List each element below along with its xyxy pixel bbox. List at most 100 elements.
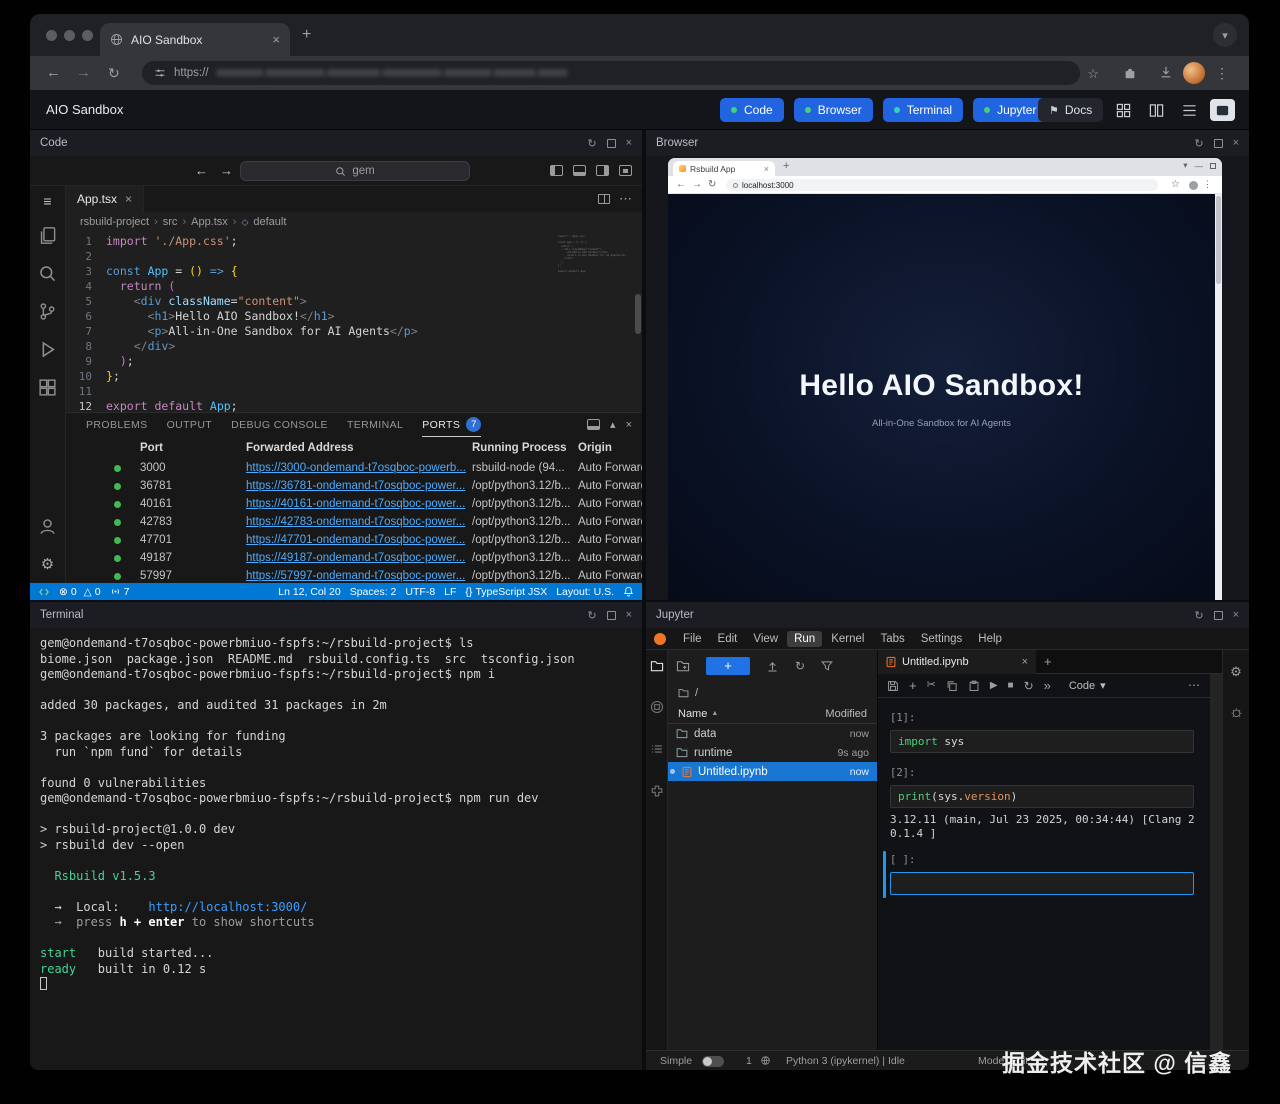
site-info-icon[interactable] — [154, 67, 166, 79]
close-icon[interactable]: × — [1022, 656, 1028, 668]
stop-kernel-icon[interactable]: ■ — [1008, 681, 1014, 691]
layout-rows-button[interactable] — [1177, 99, 1202, 121]
cell-input[interactable] — [890, 872, 1194, 895]
run-debug-icon[interactable] — [30, 330, 65, 368]
panel-tab-terminal[interactable]: TERMINAL — [347, 413, 403, 437]
language-mode[interactable]: {} TypeScript JSX — [465, 586, 547, 598]
panel-refresh-icon[interactable]: ↻ — [1194, 137, 1203, 150]
eol-sequence[interactable]: LF — [444, 586, 456, 598]
port-row[interactable]: 40161https://40161-ondemand-t7osqboc-pow… — [66, 495, 642, 513]
new-launcher-button[interactable]: + — [706, 657, 750, 675]
menu-help[interactable]: Help — [971, 631, 1009, 647]
port-row[interactable]: 47701https://47701-ondemand-t7osqboc-pow… — [66, 531, 642, 549]
settings-gear-icon[interactable]: ⚙ — [30, 545, 65, 583]
run-all-icon[interactable]: » — [1044, 679, 1051, 692]
maximize-icon[interactable] — [1210, 163, 1216, 169]
forward-button[interactable]: → — [76, 64, 91, 82]
column-header[interactable]: Forwarded Address — [246, 442, 472, 454]
menu-icon[interactable]: ≡ — [30, 186, 65, 216]
reload-button[interactable]: ↻ — [708, 179, 716, 190]
search-icon[interactable] — [30, 254, 65, 292]
column-header-modified[interactable]: Modified — [825, 708, 867, 720]
browser-tab[interactable]: AIO Sandbox × — [100, 23, 290, 56]
forwarded-ports-indicator[interactable]: 7 — [110, 586, 130, 598]
notebook-cell[interactable]: [ ]: — [890, 854, 1194, 895]
cell-type-dropdown[interactable]: Code ▾ — [1069, 679, 1106, 692]
docs-button[interactable]: ⚑ Docs — [1038, 98, 1103, 122]
copy-cells-icon[interactable] — [946, 680, 958, 692]
toggle-secondary-sidebar-icon[interactable] — [596, 165, 609, 176]
panel-close-icon[interactable]: × — [626, 609, 632, 621]
insert-cell-icon[interactable]: + — [909, 679, 917, 692]
header-button-browser[interactable]: Browser — [794, 98, 873, 122]
file-row-data[interactable]: datanow — [668, 724, 877, 743]
cell-input[interactable]: import sys — [890, 730, 1194, 753]
kernel-status[interactable]: Python 3 (ipykernel) | Idle — [786, 1055, 905, 1067]
split-editor-icon[interactable] — [598, 194, 610, 204]
indentation[interactable]: Spaces: 2 — [350, 586, 397, 598]
menu-icon[interactable]: ⋮ — [1203, 179, 1212, 190]
embedded-address-bar[interactable]: localhost:3000 — [726, 179, 1158, 191]
command-center[interactable]: gem — [240, 161, 470, 181]
chevron-down-icon[interactable]: ▾ — [1183, 160, 1187, 171]
file-browser-breadcrumb[interactable]: / — [668, 682, 877, 704]
menu-view[interactable]: View — [746, 631, 785, 647]
editor-scrollbar[interactable] — [635, 294, 641, 334]
minimap[interactable]: import './App.css'; const App = () => { … — [558, 235, 634, 293]
bookmark-icon[interactable]: ☆ — [1171, 179, 1180, 190]
menu-edit[interactable]: Edit — [711, 631, 745, 647]
file-row-untitled-ipynb[interactable]: Untitled.ipynbnow — [668, 762, 877, 781]
reload-button[interactable]: ↻ — [108, 64, 120, 82]
notebook-cell[interactable]: [1]:import sys — [890, 712, 1194, 753]
keyboard-layout[interactable]: Layout: U.S. — [556, 586, 614, 598]
toggle-primary-sidebar-icon[interactable] — [550, 165, 563, 176]
breadcrumb[interactable]: rsbuild-project › src › App.tsx › ◇ defa… — [66, 212, 642, 232]
port-forwarded-address[interactable]: https://3000-ondemand-t7osqboc-powerb... — [246, 462, 472, 474]
address-bar[interactable]: https:// xxxxxxxx-xxxxxxxxxx-xxxxxxxxx-x… — [142, 61, 1080, 85]
debugger-bug-icon[interactable] — [1230, 706, 1243, 719]
menu-tabs[interactable]: Tabs — [873, 631, 911, 647]
profile-avatar[interactable] — [1183, 62, 1205, 84]
panel-close-icon[interactable]: × — [626, 137, 632, 149]
panel-refresh-icon[interactable]: ↻ — [587, 609, 596, 622]
layout-grid-button[interactable] — [1111, 99, 1136, 121]
cut-cells-icon[interactable]: ✂ — [927, 680, 936, 691]
port-forwarded-address[interactable]: https://42783-ondemand-t7osqboc-power... — [246, 516, 472, 528]
page-scrollbar[interactable] — [1215, 194, 1222, 600]
panel-tab-ports[interactable]: PORTS7 — [422, 413, 481, 437]
remote-indicator-icon[interactable] — [38, 586, 50, 598]
panel-tab-problems[interactable]: PROBLEMS — [86, 413, 148, 437]
panel-maximize-icon[interactable] — [607, 139, 616, 148]
bookmark-icon[interactable]: ☆ — [1087, 65, 1099, 83]
terminal-output[interactable]: gem@ondemand-t7osqboc-powerbmiuo-fspfs:~… — [30, 628, 642, 1070]
breadcrumb-item[interactable]: src — [163, 216, 178, 228]
panel-refresh-icon[interactable]: ↻ — [587, 137, 596, 150]
encoding[interactable]: UTF-8 — [405, 586, 435, 598]
running-kernels-icon[interactable] — [650, 700, 664, 714]
column-header-name[interactable]: Name — [678, 708, 707, 720]
more-actions-icon[interactable]: ⋯ — [619, 191, 632, 207]
panel-refresh-icon[interactable]: ↻ — [1194, 609, 1203, 622]
history-forward-button[interactable]: → — [220, 163, 233, 178]
port-forwarded-address[interactable]: https://49187-ondemand-t7osqboc-power... — [246, 552, 472, 564]
notifications-bell-icon[interactable] — [623, 586, 634, 597]
close-panel-icon[interactable]: × — [626, 419, 632, 431]
notebook-cell[interactable]: [2]:print(sys.version)3.12.11 (main, Jul… — [890, 767, 1194, 840]
tab-search-button[interactable]: ▾ — [1213, 23, 1237, 47]
close-window-button[interactable] — [46, 30, 57, 41]
menu-file[interactable]: File — [676, 631, 709, 647]
problems-indicator[interactable]: ⊗ 0 △ 0 — [59, 586, 101, 598]
customize-layout-icon[interactable] — [619, 165, 632, 176]
language-globe-icon[interactable] — [760, 1055, 771, 1066]
editor-tab[interactable]: App.tsx × — [66, 186, 144, 212]
close-icon[interactable]: × — [764, 164, 769, 174]
panel-layout-icon[interactable] — [587, 419, 600, 430]
back-button[interactable]: ← — [676, 179, 686, 190]
extensions-icon[interactable] — [1123, 66, 1137, 80]
save-icon[interactable] — [887, 680, 899, 692]
forward-button[interactable]: → — [692, 179, 702, 190]
close-icon[interactable]: × — [125, 192, 132, 206]
run-cell-icon[interactable]: ▶ — [990, 681, 998, 691]
embedded-browser-tab[interactable]: Rsbuild App × — [673, 161, 775, 176]
download-icon[interactable] — [1159, 65, 1173, 79]
